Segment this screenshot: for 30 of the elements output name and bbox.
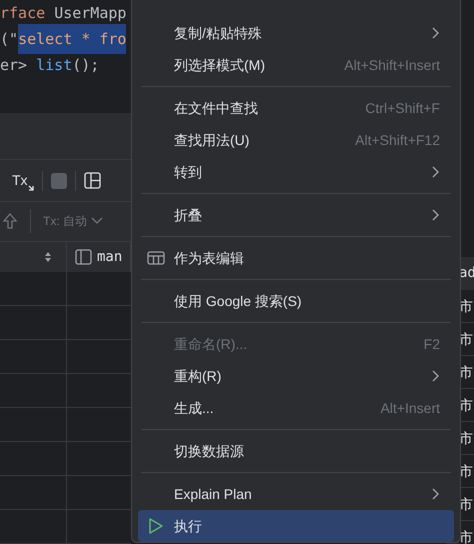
menu-item[interactable]: 执行: [138, 510, 454, 542]
up-arrow-icon[interactable]: [2, 212, 18, 230]
menu-item[interactable]: Explain Plan: [138, 478, 454, 510]
code-text: UserMapp: [54, 2, 126, 24]
menu-item[interactable]: 切换数据源: [138, 435, 454, 467]
menu-item[interactable]: 使用 Google 搜索(S): [138, 285, 454, 317]
menu-item[interactable]: 生成... Alt+Insert: [138, 392, 454, 424]
table-icon: [147, 250, 165, 266]
code-text: rface: [0, 2, 46, 24]
code-text: er>: [0, 54, 28, 76]
menu-item[interactable]: 复制/粘贴特殊: [138, 17, 454, 49]
play-icon: [148, 517, 164, 535]
menu-item[interactable]: 折叠: [138, 199, 454, 231]
menu-item[interactable]: 列选择模式(M) Alt+Shift+Insert: [138, 49, 454, 81]
code-text: list: [36, 54, 72, 76]
menu-item[interactable]: 在文件中查找 Ctrl+Shift+F: [138, 92, 454, 124]
column-icon: [75, 249, 92, 266]
stop-icon[interactable]: [50, 172, 67, 189]
layout-icon[interactable]: [84, 172, 101, 190]
code-text: ();: [72, 54, 100, 76]
chevron-down-icon: [91, 217, 103, 226]
transaction-button[interactable]: Tx: [12, 170, 34, 192]
corner-arrow-icon: [28, 185, 34, 192]
menu-item[interactable]: 作为表编辑: [138, 242, 454, 274]
menu-item[interactable]: 重构(R): [138, 360, 454, 392]
code-text: select * fro: [18, 24, 126, 54]
sort-icon[interactable]: [44, 251, 52, 264]
menu-item[interactable]: 查找用法(U) Alt+Shift+F12: [138, 124, 454, 156]
menu-item[interactable]: 转到: [138, 156, 454, 188]
code-text: (": [0, 28, 18, 50]
